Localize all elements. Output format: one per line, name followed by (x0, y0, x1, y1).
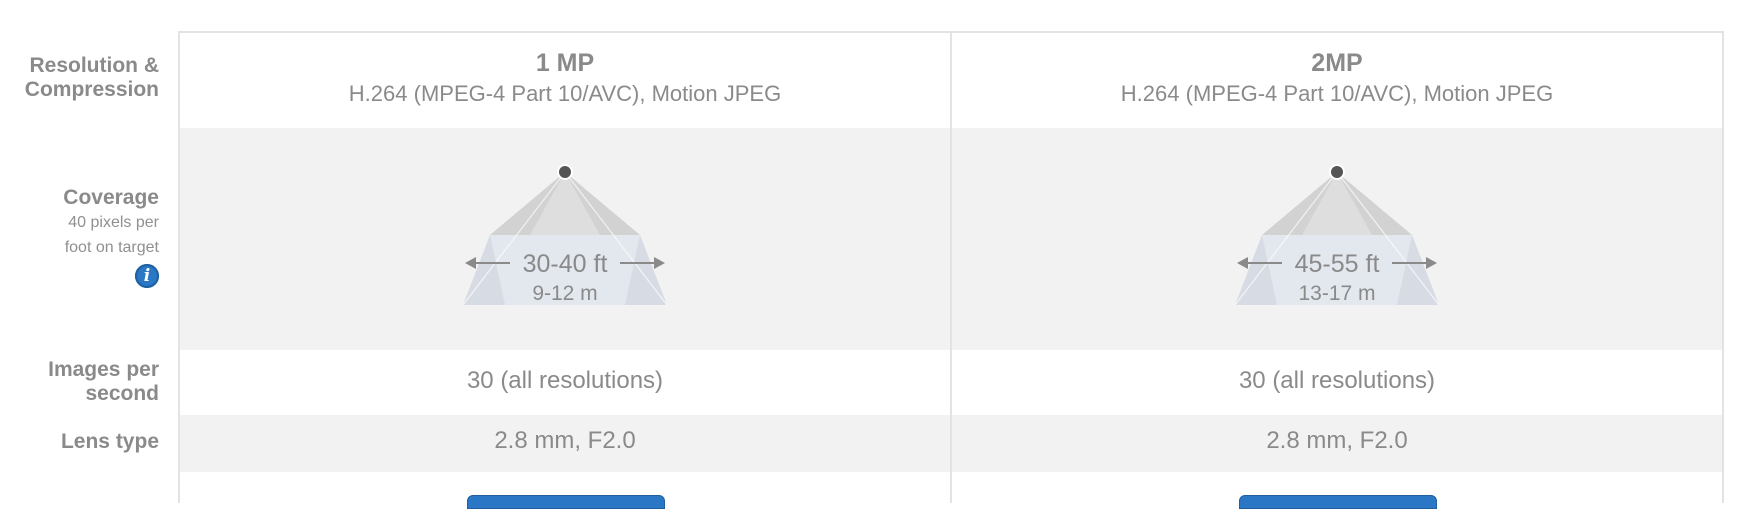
row-label-resolution: Resolution & Compression (25, 54, 159, 102)
row-label-images-line1: Images per (48, 358, 159, 381)
camera-coverage-diagram-1: 30-40 ft 9-12 m (462, 164, 668, 306)
row-label-resolution-line2: Compression (24, 78, 159, 101)
coverage-meters-text: 13-17 m (1298, 282, 1375, 305)
row-label-coverage: Coverage 40 pixels per foot on target i (63, 186, 159, 288)
images-per-second-value: 30 (all resolutions) (466, 367, 664, 394)
coverage-feet-text: 30-40 ft (523, 250, 608, 278)
resolution-title: 2MP (1311, 49, 1363, 77)
lens-type-value: 2.8 mm, F2.0 (1266, 427, 1408, 454)
row-label-images-line2: second (85, 382, 159, 405)
row-label-coverage-sub2: foot on target (64, 239, 159, 256)
row-label-lens-type: Lens type (61, 430, 159, 454)
row-label-coverage-sub1: 40 pixels per (68, 214, 159, 231)
row-label-lens-text: Lens type (60, 430, 159, 453)
lens-type-value: 2.8 mm, F2.0 (494, 427, 636, 454)
row-label-coverage-title: Coverage (63, 186, 159, 209)
coverage-meters-text: 9-12 m (532, 282, 597, 305)
row-label-resolution-line1: Resolution & (29, 54, 160, 77)
coverage-feet-text: 45-55 ft (1295, 250, 1380, 278)
row-label-images-per-second: Images per second (48, 358, 159, 406)
images-per-second-value: 30 (all resolutions) (1238, 367, 1436, 394)
compression-text: H.264 (MPEG-4 Part 10/AVC), Motion JPEG (348, 81, 782, 106)
column-2-resolution: 2MP H.264 (MPEG-4 Part 10/AVC), Motion J… (952, 48, 1722, 110)
column-1-resolution: 1 MP H.264 (MPEG-4 Part 10/AVC), Motion … (180, 48, 950, 110)
column-2-action-button[interactable] (1239, 495, 1437, 509)
column-1-action-button[interactable] (467, 495, 665, 509)
camera-coverage-diagram-2: 45-55 ft 13-17 m (1234, 164, 1440, 306)
info-icon[interactable]: i (135, 264, 159, 288)
compression-text: H.264 (MPEG-4 Part 10/AVC), Motion JPEG (1120, 81, 1554, 106)
resolution-title: 1 MP (535, 49, 595, 77)
